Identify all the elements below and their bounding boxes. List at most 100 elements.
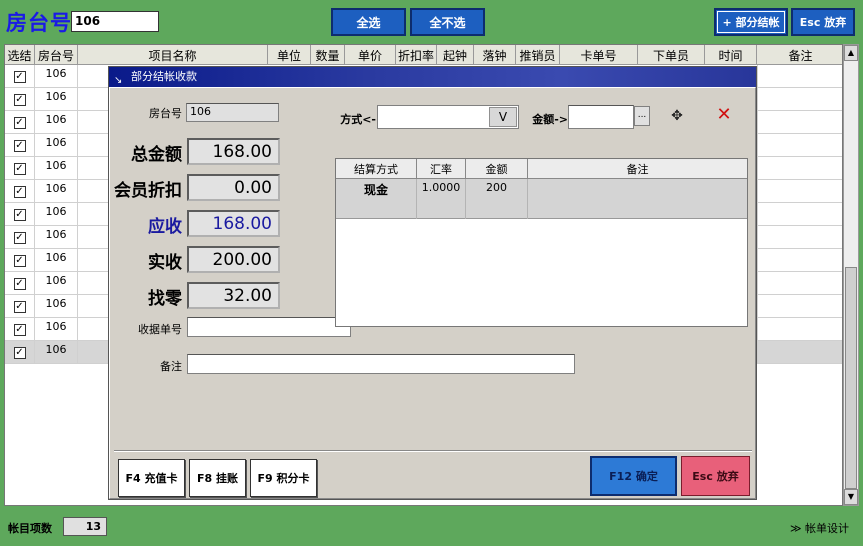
esc-cancel-button[interactable]: Esc 放弃 — [791, 8, 855, 36]
payment-row[interactable]: 现金 1.0000 200 — [336, 179, 747, 219]
dialog-room-label: 房台号 — [149, 107, 182, 120]
col-header-salesperson[interactable]: 推销员 — [516, 45, 560, 65]
payment-method-select[interactable]: V — [377, 105, 519, 129]
col-header-item-name[interactable]: 项目名称 — [78, 45, 268, 65]
dialog-divider — [114, 450, 752, 452]
total-amount-value: 168.00 — [187, 138, 280, 165]
partial-checkout-dialog: ↘ 部分结帐收款 房台号 106 总金额 168.00 会员折扣 0.00 应收… — [108, 66, 757, 500]
row-room: 106 — [35, 203, 78, 226]
row-checkbox[interactable]: ✓ — [13, 139, 26, 152]
select-all-button[interactable]: 全选 — [331, 8, 406, 36]
col-header-start-time[interactable]: 起钟 — [437, 45, 474, 65]
top-toolbar: 房台号 106 全选 全不选 + 部分结帐 Esc 放弃 — [0, 0, 863, 42]
bill-design-link[interactable]: ≫ 帐单设计 — [790, 520, 849, 536]
member-discount-value: 0.00 — [187, 174, 280, 201]
row-room: 106 — [35, 88, 78, 111]
col-header-card-number[interactable]: 卡单号 — [560, 45, 638, 65]
dialog-title-bar[interactable]: ↘ 部分结帐收款 — [109, 67, 756, 87]
row-checkbox[interactable]: ✓ — [13, 208, 26, 221]
note-label: 备注 — [160, 360, 182, 373]
row-checkbox[interactable]: ✓ — [13, 185, 26, 198]
member-discount-label: 会员折扣 — [114, 181, 182, 201]
col-header-quantity[interactable]: 数量 — [311, 45, 345, 65]
row-checkbox[interactable]: ✓ — [13, 162, 26, 175]
row-checkbox[interactable]: ✓ — [13, 116, 26, 129]
dialog-title: 部分结帐收款 — [131, 70, 197, 83]
amount-label: 金额-> — [532, 113, 568, 126]
f9-points-card-button[interactable]: F9 积分卡 — [250, 459, 317, 497]
partial-checkout-button[interactable]: + 部分结帐 — [714, 8, 788, 36]
table-header: 选结 房台号 项目名称 单位 数量 单价 折扣率 起钟 落钟 推销员 卡单号 下… — [5, 45, 842, 65]
row-room: 106 — [35, 341, 78, 364]
payment-table: 结算方式 汇率 金额 备注 现金 1.0000 200 — [335, 158, 748, 327]
col-header-pay-note[interactable]: 备注 — [528, 159, 747, 179]
col-header-pay-method[interactable]: 结算方式 — [336, 159, 417, 179]
row-checkbox[interactable]: ✓ — [13, 70, 26, 83]
receivable-value: 168.00 — [187, 210, 280, 237]
row-checkbox[interactable]: ✓ — [13, 93, 26, 106]
payment-method-label: 方式<- — [340, 113, 376, 126]
room-number-label: 房台号 — [6, 11, 72, 35]
f12-confirm-button[interactable]: F12 确定 — [590, 456, 677, 496]
chevron-down-icon[interactable]: V — [489, 107, 517, 127]
row-room: 106 — [35, 318, 78, 341]
col-header-select[interactable]: 选结 — [5, 45, 35, 65]
item-count-value: 13 — [63, 517, 107, 536]
select-none-button[interactable]: 全不选 — [410, 8, 485, 36]
scrollbar-thumb[interactable] — [845, 267, 857, 489]
col-header-discount-rate[interactable]: 折扣率 — [396, 45, 437, 65]
row-checkbox[interactable]: ✓ — [13, 231, 26, 244]
row-room: 106 — [35, 157, 78, 180]
dialog-body: 房台号 106 总金额 168.00 会员折扣 0.00 应收 168.00 实… — [109, 87, 756, 499]
table-scrollbar[interactable]: ▲ ▼ — [843, 44, 859, 506]
ellipsis-button[interactable]: ... — [634, 106, 650, 126]
row-room: 106 — [35, 272, 78, 295]
f4-recharge-card-button[interactable]: F4 充值卡 — [118, 459, 185, 497]
row-checkbox[interactable]: ✓ — [13, 346, 26, 359]
col-header-end-time[interactable]: 落钟 — [474, 45, 516, 65]
row-checkbox[interactable]: ✓ — [13, 277, 26, 290]
receipt-number-label: 收据单号 — [138, 323, 182, 336]
col-header-unit-price[interactable]: 单价 — [345, 45, 396, 65]
col-header-note[interactable]: 备注 — [757, 45, 842, 65]
row-room: 106 — [35, 295, 78, 318]
payment-row-note — [528, 179, 747, 219]
row-checkbox[interactable]: ✓ — [13, 323, 26, 336]
row-room: 106 — [35, 111, 78, 134]
row-room: 106 — [35, 65, 78, 88]
col-header-room[interactable]: 房台号 — [35, 45, 78, 65]
col-header-order-staff[interactable]: 下单员 — [638, 45, 705, 65]
change-label: 找零 — [148, 289, 182, 309]
payment-row-amount: 200 — [466, 179, 528, 219]
row-room: 106 — [35, 134, 78, 157]
payment-table-header: 结算方式 汇率 金额 备注 — [336, 159, 747, 179]
col-header-rate[interactable]: 汇率 — [417, 159, 466, 179]
scroll-down-icon[interactable]: ▼ — [844, 489, 858, 505]
row-checkbox[interactable]: ✓ — [13, 254, 26, 267]
col-header-time[interactable]: 时间 — [705, 45, 757, 65]
dialog-room-field: 106 — [186, 103, 279, 122]
row-room: 106 — [35, 249, 78, 272]
payment-row-rate: 1.0000 — [417, 179, 466, 219]
received-label: 实收 — [148, 253, 182, 273]
scroll-up-icon[interactable]: ▲ — [844, 45, 858, 61]
received-value: 200.00 — [187, 246, 280, 273]
status-bar: 帐目项数 13 ≫ 帐单设计 — [0, 510, 863, 546]
row-checkbox[interactable]: ✓ — [13, 300, 26, 313]
row-room: 106 — [35, 226, 78, 249]
col-header-unit[interactable]: 单位 — [268, 45, 311, 65]
change-value: 32.00 — [187, 282, 280, 309]
amount-input[interactable] — [568, 105, 634, 129]
add-payment-icon[interactable]: ✥ — [666, 107, 688, 125]
col-header-amount[interactable]: 金额 — [466, 159, 528, 179]
receivable-label: 应收 — [148, 217, 182, 237]
item-count-label: 帐目项数 — [8, 522, 52, 535]
note-input[interactable] — [187, 354, 575, 374]
receipt-number-input[interactable] — [187, 317, 351, 337]
f8-on-account-button[interactable]: F8 挂账 — [189, 459, 246, 497]
delete-payment-icon[interactable]: ✕ — [713, 106, 735, 124]
total-amount-label: 总金额 — [131, 145, 182, 165]
payment-row-method: 现金 — [336, 179, 417, 219]
room-number-input[interactable]: 106 — [71, 11, 159, 32]
esc-cancel-dialog-button[interactable]: Esc 放弃 — [681, 456, 750, 496]
